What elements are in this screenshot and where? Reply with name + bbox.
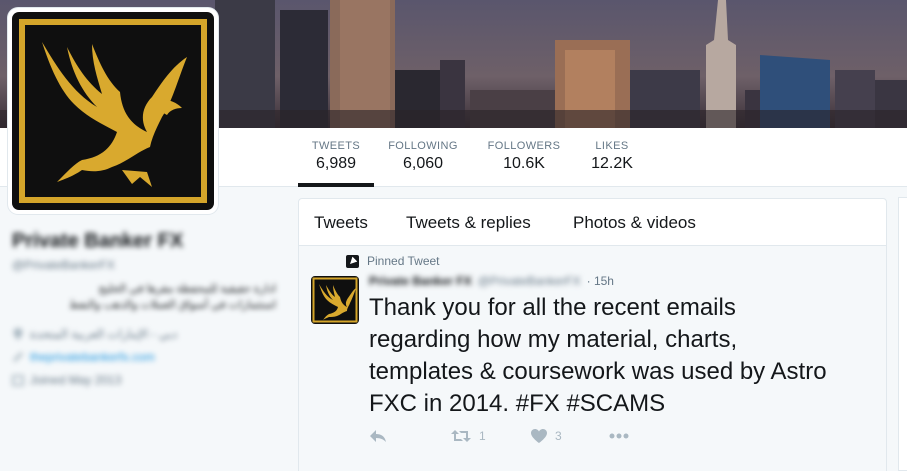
tab-tweets-replies[interactable]: Tweets & replies — [406, 213, 531, 233]
profile-name[interactable]: Private Banker FX — [12, 230, 183, 253]
pin-icon — [346, 254, 359, 268]
tweet-author-name[interactable]: Private Banker FX — [369, 274, 472, 288]
like-button[interactable]: 3 — [531, 429, 609, 443]
eagle-logo-icon — [19, 19, 207, 203]
profile-bio-line2: استثمارات في أسواق العملات والذهب والنفط — [69, 299, 276, 311]
nav-likes[interactable]: LIKES 12.2K — [582, 128, 642, 187]
tweet-actions: 1 3 — [369, 429, 629, 443]
profile-website-text[interactable]: theprivatebankerfx.com — [30, 350, 155, 364]
profile-website[interactable]: theprivatebankerfx.com — [12, 350, 155, 364]
heart-icon — [531, 429, 547, 443]
timeline: Tweets Tweets & replies Photos & videos … — [298, 198, 887, 471]
tweet-author-handle[interactable]: @PrivateBankerFX — [478, 274, 581, 288]
eagle-logo-icon — [312, 277, 358, 323]
nav-tweets-label: TWEETS — [311, 140, 361, 152]
location-icon — [13, 328, 23, 340]
hashtag-fx[interactable]: #FX — [516, 390, 560, 417]
tweet-time[interactable]: · 15h — [587, 274, 614, 288]
more-icon — [609, 433, 629, 439]
profile-handle[interactable]: @PrivateBankerFX — [12, 258, 115, 272]
nav-following-label: FOLLOWING — [388, 140, 458, 152]
more-button[interactable] — [609, 433, 629, 439]
tweet-avatar[interactable] — [311, 276, 359, 324]
retweet-count: 1 — [479, 429, 486, 443]
profile-joined-text: Joined May 2013 — [30, 373, 122, 387]
nav-tweets[interactable]: TWEETS 6,989 — [298, 128, 374, 187]
pinned-tweet[interactable]: Pinned Tweet Private Banker FX @PrivateB… — [299, 246, 886, 471]
nav-likes-count: 12.2K — [591, 155, 633, 172]
profile-location-text: دبي - الإمارات العربية المتحدة — [30, 327, 178, 341]
tweet-header: Private Banker FX @PrivateBankerFX · 15h — [369, 274, 614, 288]
profile-joined: Joined May 2013 — [12, 373, 121, 387]
nav-followers-count: 10.6K — [503, 155, 545, 172]
pinned-text: Pinned Tweet — [367, 254, 440, 268]
profile-bio-line1: ادارة حقيقية للمحفظة مقرها في الخليج — [98, 283, 276, 295]
hashtag-scams[interactable]: #SCAMS — [566, 390, 665, 417]
nav-tweets-count: 6,989 — [315, 155, 357, 172]
reply-icon — [370, 430, 386, 442]
retweet-button[interactable]: 1 — [451, 429, 531, 443]
nav-followers[interactable]: FOLLOWERS 10.6K — [484, 128, 564, 187]
calendar-icon — [12, 375, 24, 386]
tweet-text: Thank you for all the recent emails rega… — [369, 292, 839, 420]
profile-location: دبي - الإمارات العربية المتحدة — [12, 327, 177, 341]
nav-followers-label: FOLLOWERS — [487, 140, 561, 152]
reply-button[interactable] — [369, 429, 451, 443]
retweet-icon — [451, 430, 471, 442]
nav-following[interactable]: FOLLOWING 6,060 — [384, 128, 462, 187]
nav-following-count: 6,060 — [402, 155, 444, 172]
link-icon — [12, 351, 24, 363]
timeline-tabs: Tweets Tweets & replies Photos & videos — [299, 199, 886, 246]
right-sidebar-card — [898, 197, 907, 471]
profile-sidebar: Private Banker FX @PrivateBankerFX ادارة… — [0, 218, 290, 471]
nav-likes-label: LIKES — [595, 140, 629, 152]
tab-tweets[interactable]: Tweets — [314, 213, 368, 233]
like-count: 3 — [555, 429, 562, 443]
pinned-label: Pinned Tweet — [346, 254, 440, 268]
profile-avatar[interactable] — [8, 8, 218, 214]
tab-photos-videos[interactable]: Photos & videos — [573, 213, 696, 233]
